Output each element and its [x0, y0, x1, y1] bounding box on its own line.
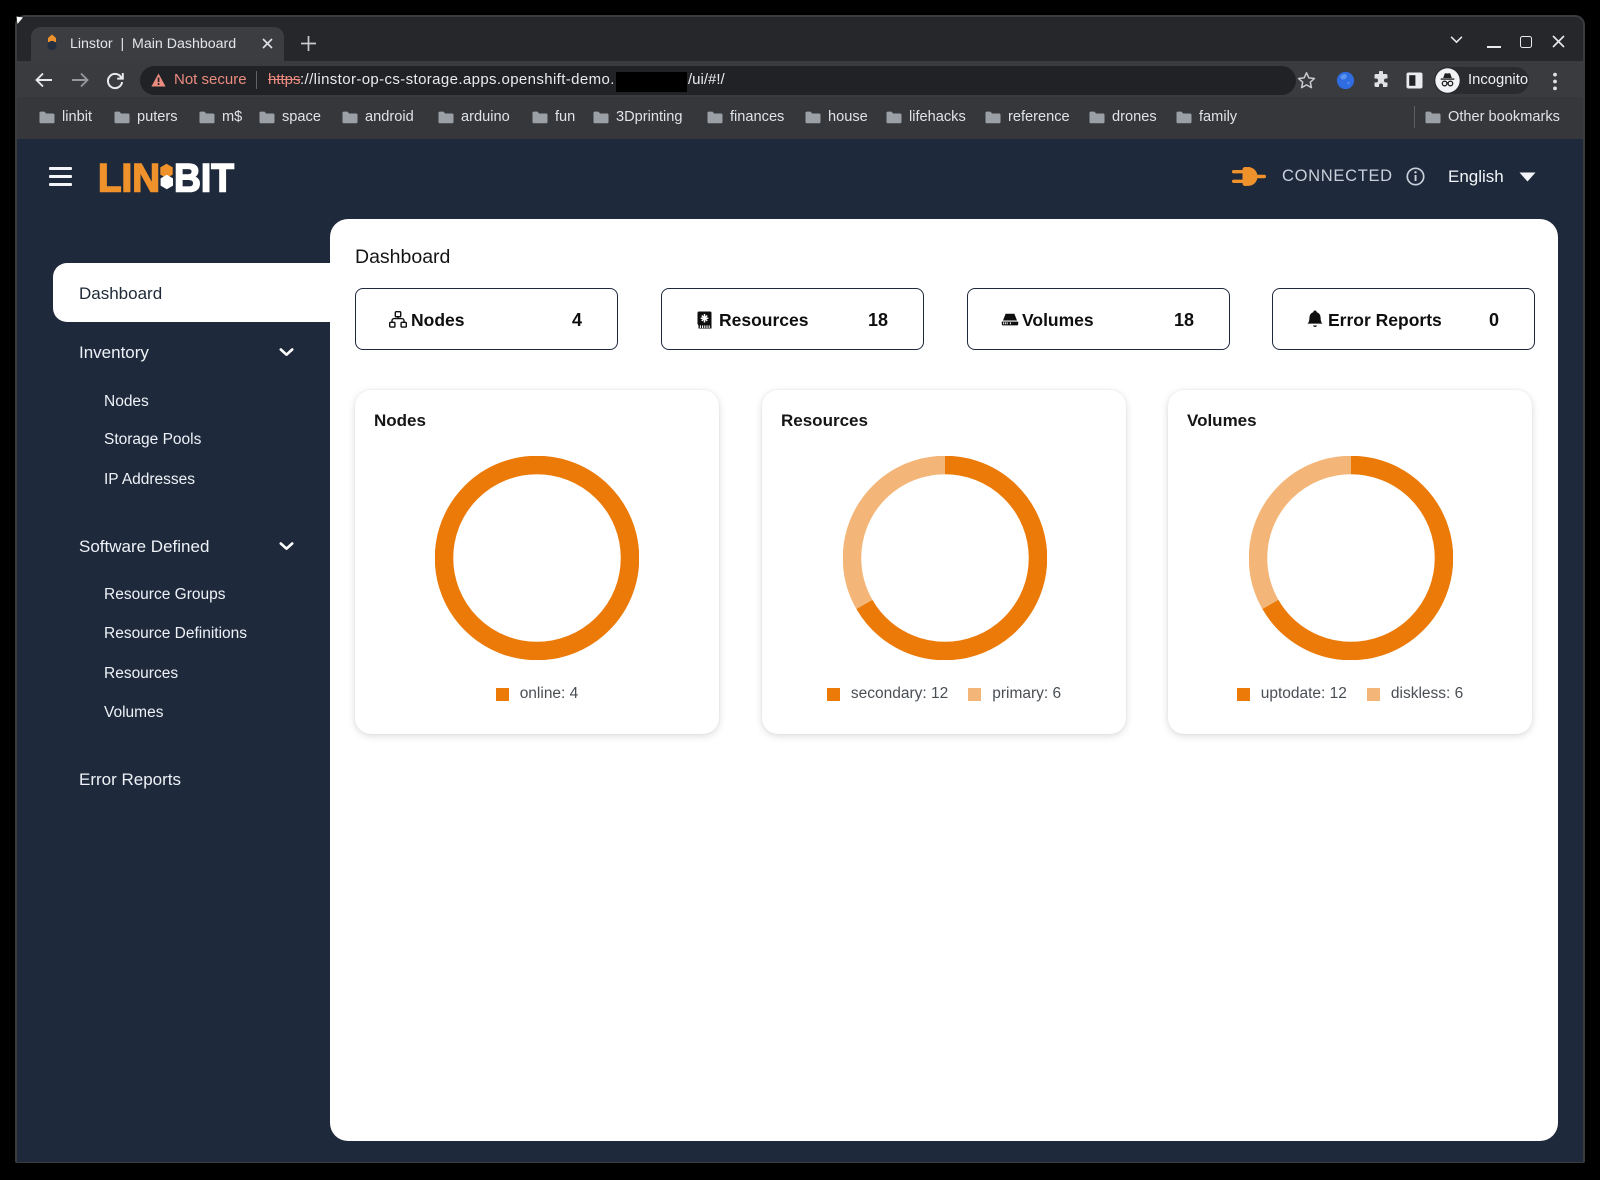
- svg-text:LIN: LIN: [98, 158, 160, 196]
- svg-text:BIT: BIT: [174, 158, 234, 196]
